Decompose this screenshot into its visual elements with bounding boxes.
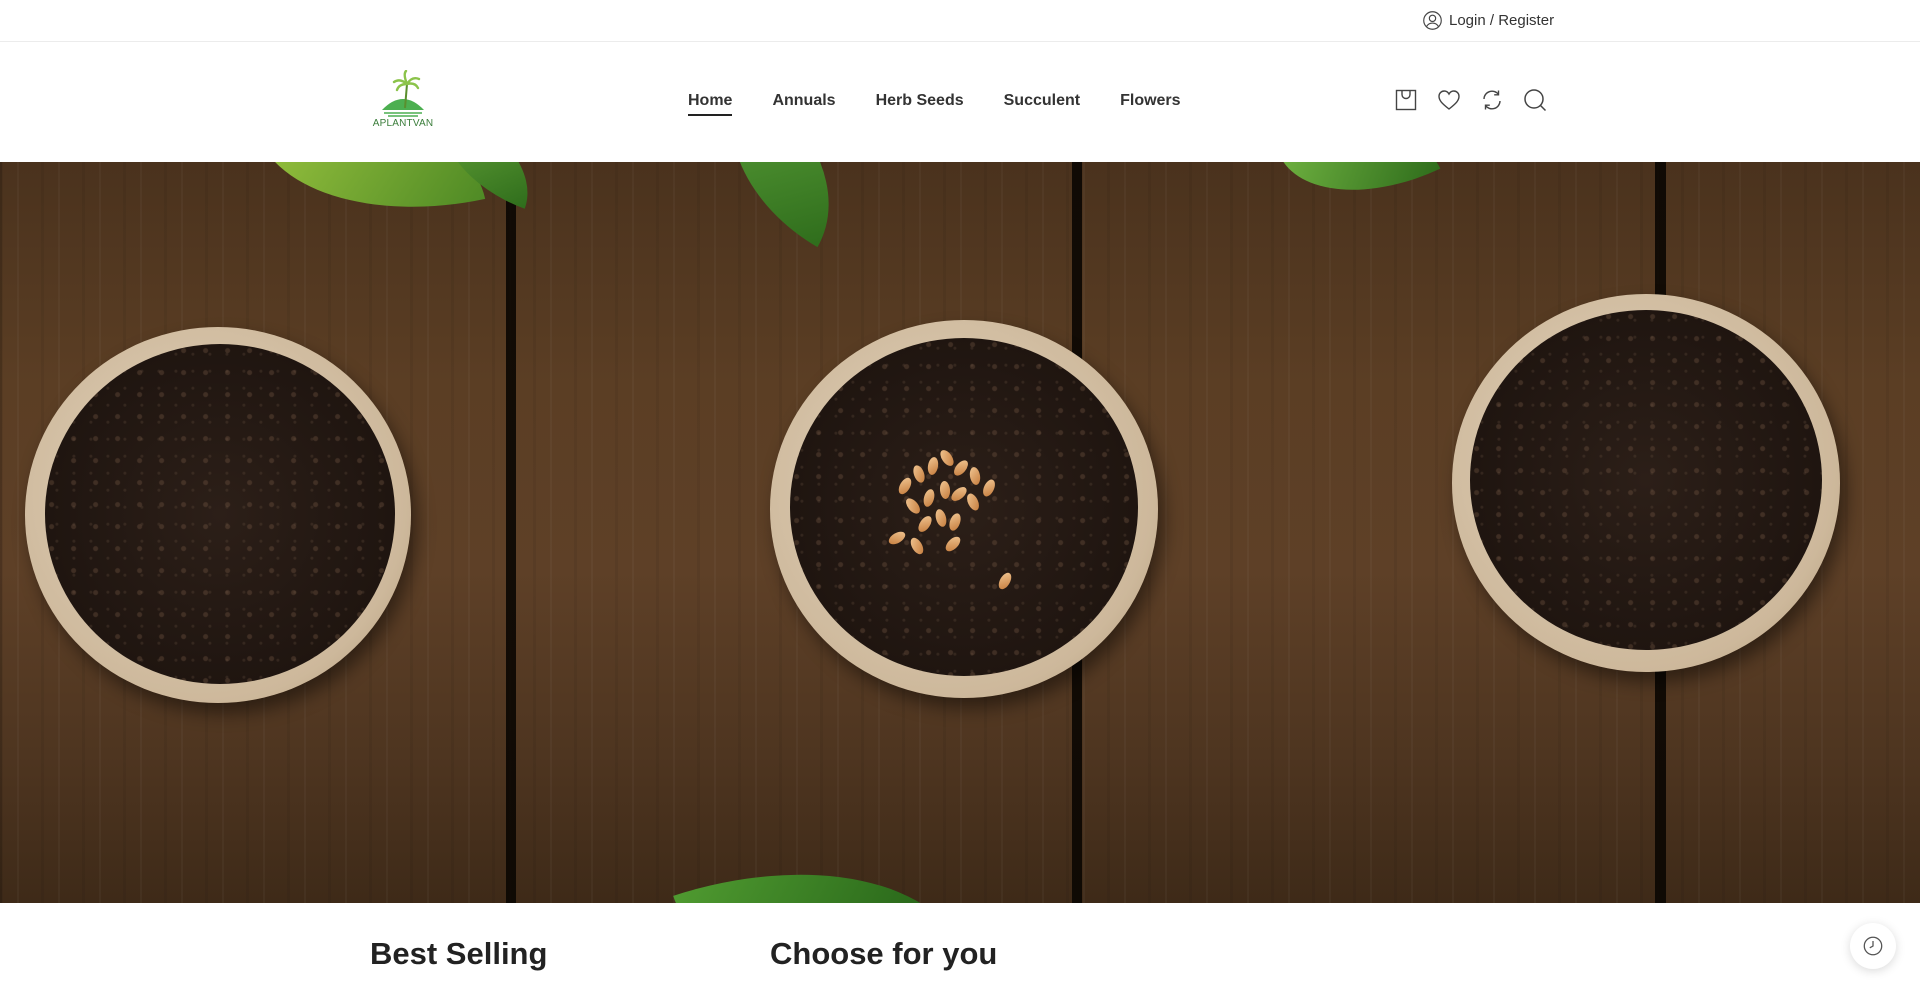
history-button[interactable] (1850, 923, 1896, 969)
login-register-link[interactable]: Login / Register (1422, 10, 1554, 31)
heart-icon[interactable] (1437, 88, 1461, 112)
site-header: APLANTVAN Home Annuals Herb Seeds Succul… (0, 42, 1920, 162)
user-circle-icon (1423, 11, 1442, 30)
palm-island-logo-icon (382, 69, 424, 117)
login-register-label: Login / Register (1449, 12, 1555, 29)
nav-herb-seeds[interactable]: Herb Seeds (876, 92, 964, 110)
clock-history-icon (1863, 936, 1883, 956)
choose-for-you-heading: Choose for you (770, 936, 998, 971)
nav-home[interactable]: Home (688, 92, 733, 116)
site-logo[interactable]: APLANTVAN (372, 69, 434, 132)
leaf-bottom (673, 815, 967, 903)
leaf-top-middle (687, 162, 873, 248)
top-utility-bar: Login / Register (0, 0, 1920, 42)
best-selling-heading: Best Selling (370, 936, 548, 971)
leaf-top-left (254, 162, 486, 243)
nav-succulent[interactable]: Succulent (1004, 92, 1080, 110)
search-icon[interactable] (1523, 88, 1547, 112)
refresh-icon[interactable] (1480, 88, 1504, 112)
nav-annuals[interactable]: Annuals (772, 92, 835, 110)
leaf-top-right (1279, 162, 1441, 228)
soil-right (1470, 310, 1822, 650)
header-icons (1394, 88, 1547, 112)
soil-left (45, 344, 395, 684)
cart-icon[interactable] (1394, 88, 1418, 112)
seed-pile (886, 437, 1030, 592)
hero-banner-image (0, 162, 1920, 903)
main-nav: Home Annuals Herb Seeds Succulent Flower… (688, 92, 1181, 116)
nav-flowers[interactable]: Flowers (1120, 92, 1180, 110)
logo-text: APLANTVAN (372, 118, 434, 129)
